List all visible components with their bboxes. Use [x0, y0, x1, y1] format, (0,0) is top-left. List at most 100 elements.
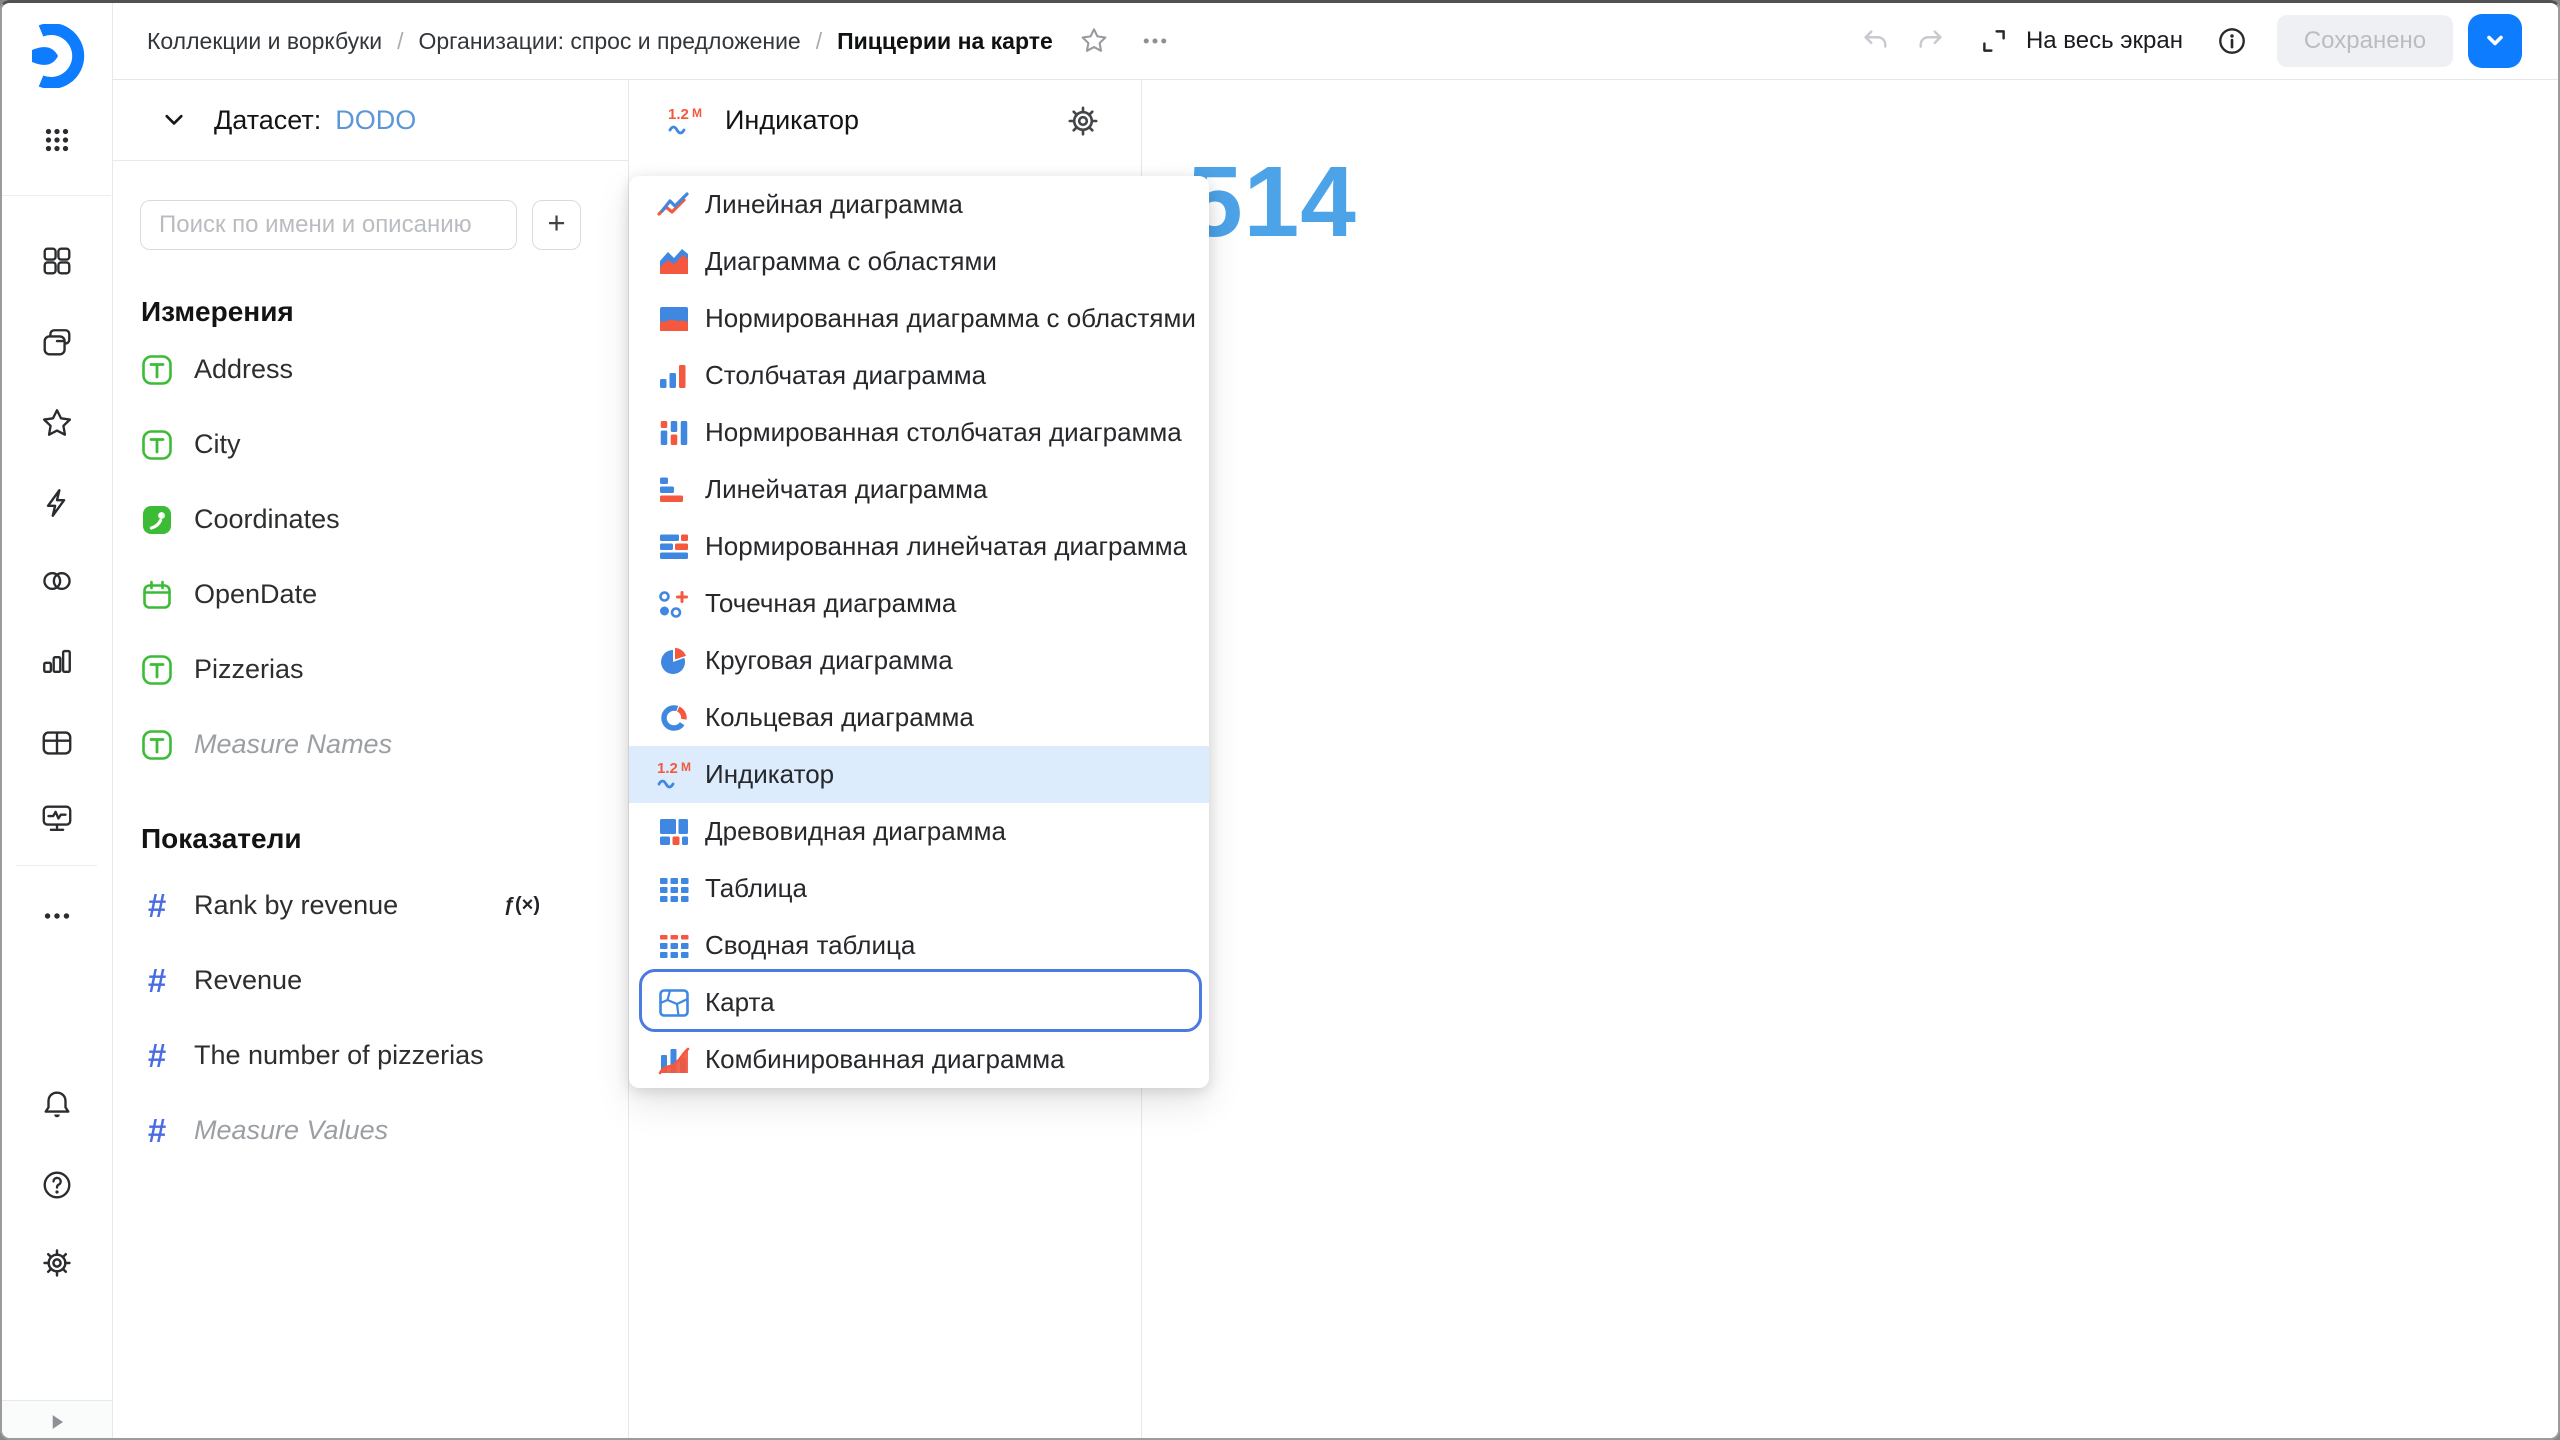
- chevron-down-icon: [2479, 25, 2511, 57]
- sidebar-item-dashboards[interactable]: [40, 801, 74, 835]
- field-row-opendate[interactable]: OpenDate: [113, 557, 628, 632]
- field-label: Measure Names: [194, 729, 392, 760]
- menu-item-label: Нормированная столбчатая диаграмма: [705, 417, 1182, 448]
- menu-item-normalized-bar-chart[interactable]: Нормированная линейчатая диаграмма: [629, 518, 1209, 575]
- chart-preview-area: 514: [1142, 80, 2558, 1438]
- favorite-star-icon[interactable]: [1079, 26, 1109, 56]
- indicator-value: 514: [1187, 152, 1357, 252]
- number-field-icon: [141, 890, 173, 922]
- help-icon[interactable]: [40, 1168, 74, 1202]
- svg-text:M: M: [692, 106, 702, 120]
- menu-item-label: Нормированная диаграмма с областями: [705, 303, 1196, 334]
- sidebar-item-datasets[interactable]: [40, 726, 74, 760]
- svg-text:M: M: [681, 760, 691, 774]
- menu-item-map[interactable]: Карта: [629, 974, 1209, 1031]
- menu-item-label: Кольцевая диаграмма: [705, 702, 974, 733]
- breadcrumb-current: Пиццерии на карте: [837, 28, 1053, 55]
- field-row-coordinates[interactable]: Coordinates: [113, 482, 628, 557]
- menu-item-label: Сводная таблица: [705, 930, 915, 961]
- menu-item-label: Нормированная линейчатая диаграмма: [705, 531, 1187, 562]
- menu-item-label: Таблица: [705, 873, 807, 904]
- text-field-icon: [141, 729, 173, 761]
- date-field-icon: [141, 579, 173, 611]
- pivot-table-icon: [656, 928, 692, 964]
- add-field-button[interactable]: +: [532, 200, 581, 250]
- treemap-chart-icon: [656, 814, 692, 850]
- fields-search-input[interactable]: [140, 200, 517, 250]
- sidebar-item-quick-actions[interactable]: [40, 486, 74, 520]
- field-row-measure-names[interactable]: Measure Names: [113, 707, 628, 782]
- text-field-icon: [141, 429, 173, 461]
- sidebar-divider: [16, 865, 97, 866]
- field-label: Pizzerias: [194, 654, 304, 685]
- field-label: Address: [194, 354, 293, 385]
- dimensions-title: Измерения: [141, 296, 628, 328]
- field-label: Measure Values: [194, 1115, 388, 1146]
- indicator-icon: 1.2 M: [656, 758, 696, 792]
- field-row-pizzerias[interactable]: Pizzerias: [113, 632, 628, 707]
- field-row-measure-values[interactable]: Measure Values: [113, 1093, 628, 1168]
- breadcrumb-item[interactable]: Организации: спрос и предложение: [418, 28, 800, 55]
- menu-item-label: Древовидная диаграмма: [705, 816, 1006, 847]
- expand-icon[interactable]: [1980, 27, 2008, 55]
- undo-icon[interactable]: [1860, 26, 1890, 56]
- settings-gear-icon[interactable]: [40, 1246, 74, 1280]
- geo-field-icon: [141, 504, 173, 536]
- field-row-number-of-pizzerias[interactable]: The number of pizzerias: [113, 1018, 628, 1093]
- sidebar-item-charts[interactable]: [40, 643, 74, 677]
- menu-item-pivot-table[interactable]: Сводная таблица: [629, 917, 1209, 974]
- field-label: OpenDate: [194, 579, 317, 610]
- info-icon[interactable]: [2217, 26, 2247, 56]
- menu-item-donut-chart[interactable]: Кольцевая диаграмма: [629, 689, 1209, 746]
- menu-item-line-chart[interactable]: Линейная диаграмма: [629, 176, 1209, 233]
- menu-item-table[interactable]: Таблица: [629, 860, 1209, 917]
- menu-item-normalized-area-chart[interactable]: Нормированная диаграмма с областями: [629, 290, 1209, 347]
- chart-type-selector[interactable]: 1.2 M Индикатор: [629, 80, 1141, 161]
- datalens-logo-icon[interactable]: [25, 24, 89, 88]
- number-field-icon: [141, 1115, 173, 1147]
- menu-item-indicator[interactable]: 1.2 M Индикатор: [629, 746, 1209, 803]
- menu-item-normalized-column-chart[interactable]: Нормированная столбчатая диаграмма: [629, 404, 1209, 461]
- svg-text:1.2: 1.2: [657, 760, 678, 777]
- normalized-area-chart-icon: [656, 301, 692, 337]
- column-chart-icon: [656, 358, 692, 394]
- field-row-revenue[interactable]: Revenue: [113, 943, 628, 1018]
- breadcrumb-item[interactable]: Коллекции и воркбуки: [147, 28, 382, 55]
- more-icon[interactable]: [1141, 27, 1169, 55]
- field-row-city[interactable]: City: [113, 407, 628, 482]
- menu-item-bar-chart[interactable]: Линейчатая диаграмма: [629, 461, 1209, 518]
- field-row-rank-by-revenue[interactable]: Rank by revenue ƒ(×): [113, 868, 628, 943]
- menu-item-label: Столбчатая диаграмма: [705, 360, 986, 391]
- dataset-name-link[interactable]: DODO: [335, 105, 416, 136]
- sidebar-item-workbooks[interactable]: [40, 244, 74, 278]
- field-label: Rank by revenue: [194, 890, 398, 921]
- save-menu-button[interactable]: [2468, 14, 2522, 68]
- scatter-chart-icon: [656, 586, 692, 622]
- field-row-address[interactable]: Address: [113, 332, 628, 407]
- fullscreen-button[interactable]: На весь экран: [2026, 27, 2183, 55]
- apps-grid-icon[interactable]: [40, 123, 74, 157]
- menu-item-treemap-chart[interactable]: Древовидная диаграмма: [629, 803, 1209, 860]
- notifications-bell-icon[interactable]: [40, 1088, 74, 1122]
- normalized-column-chart-icon: [656, 415, 692, 451]
- menu-item-column-chart[interactable]: Столбчатая диаграмма: [629, 347, 1209, 404]
- sidebar-item-favorites[interactable]: [40, 406, 74, 440]
- menu-item-scatter-chart[interactable]: Точечная диаграмма: [629, 575, 1209, 632]
- chevron-down-icon[interactable]: [161, 107, 188, 134]
- chart-settings-gear-icon[interactable]: [1065, 103, 1101, 139]
- sidebar-item-connections[interactable]: [40, 564, 74, 598]
- menu-item-label: Карта: [705, 987, 775, 1018]
- text-field-icon: [141, 654, 173, 686]
- sidebar-item-more[interactable]: [40, 899, 74, 933]
- datalens-app: Коллекции и воркбуки / Организации: спро…: [0, 0, 2560, 1440]
- redo-icon[interactable]: [1916, 26, 1946, 56]
- save-button[interactable]: Сохранено: [2277, 15, 2453, 67]
- dimensions-list: Address City Coordinates: [113, 332, 628, 782]
- sidebar-item-collections[interactable]: [40, 326, 74, 360]
- menu-item-combo-chart[interactable]: Комбинированная диаграмма: [629, 1031, 1209, 1088]
- menu-item-pie-chart[interactable]: Круговая диаграмма: [629, 632, 1209, 689]
- menu-item-area-chart[interactable]: Диаграмма с областями: [629, 233, 1209, 290]
- sidebar-collapse-button[interactable]: [2, 1400, 112, 1440]
- breadcrumb-separator: /: [397, 28, 403, 55]
- indicator-icon: 1.2 M: [667, 104, 707, 138]
